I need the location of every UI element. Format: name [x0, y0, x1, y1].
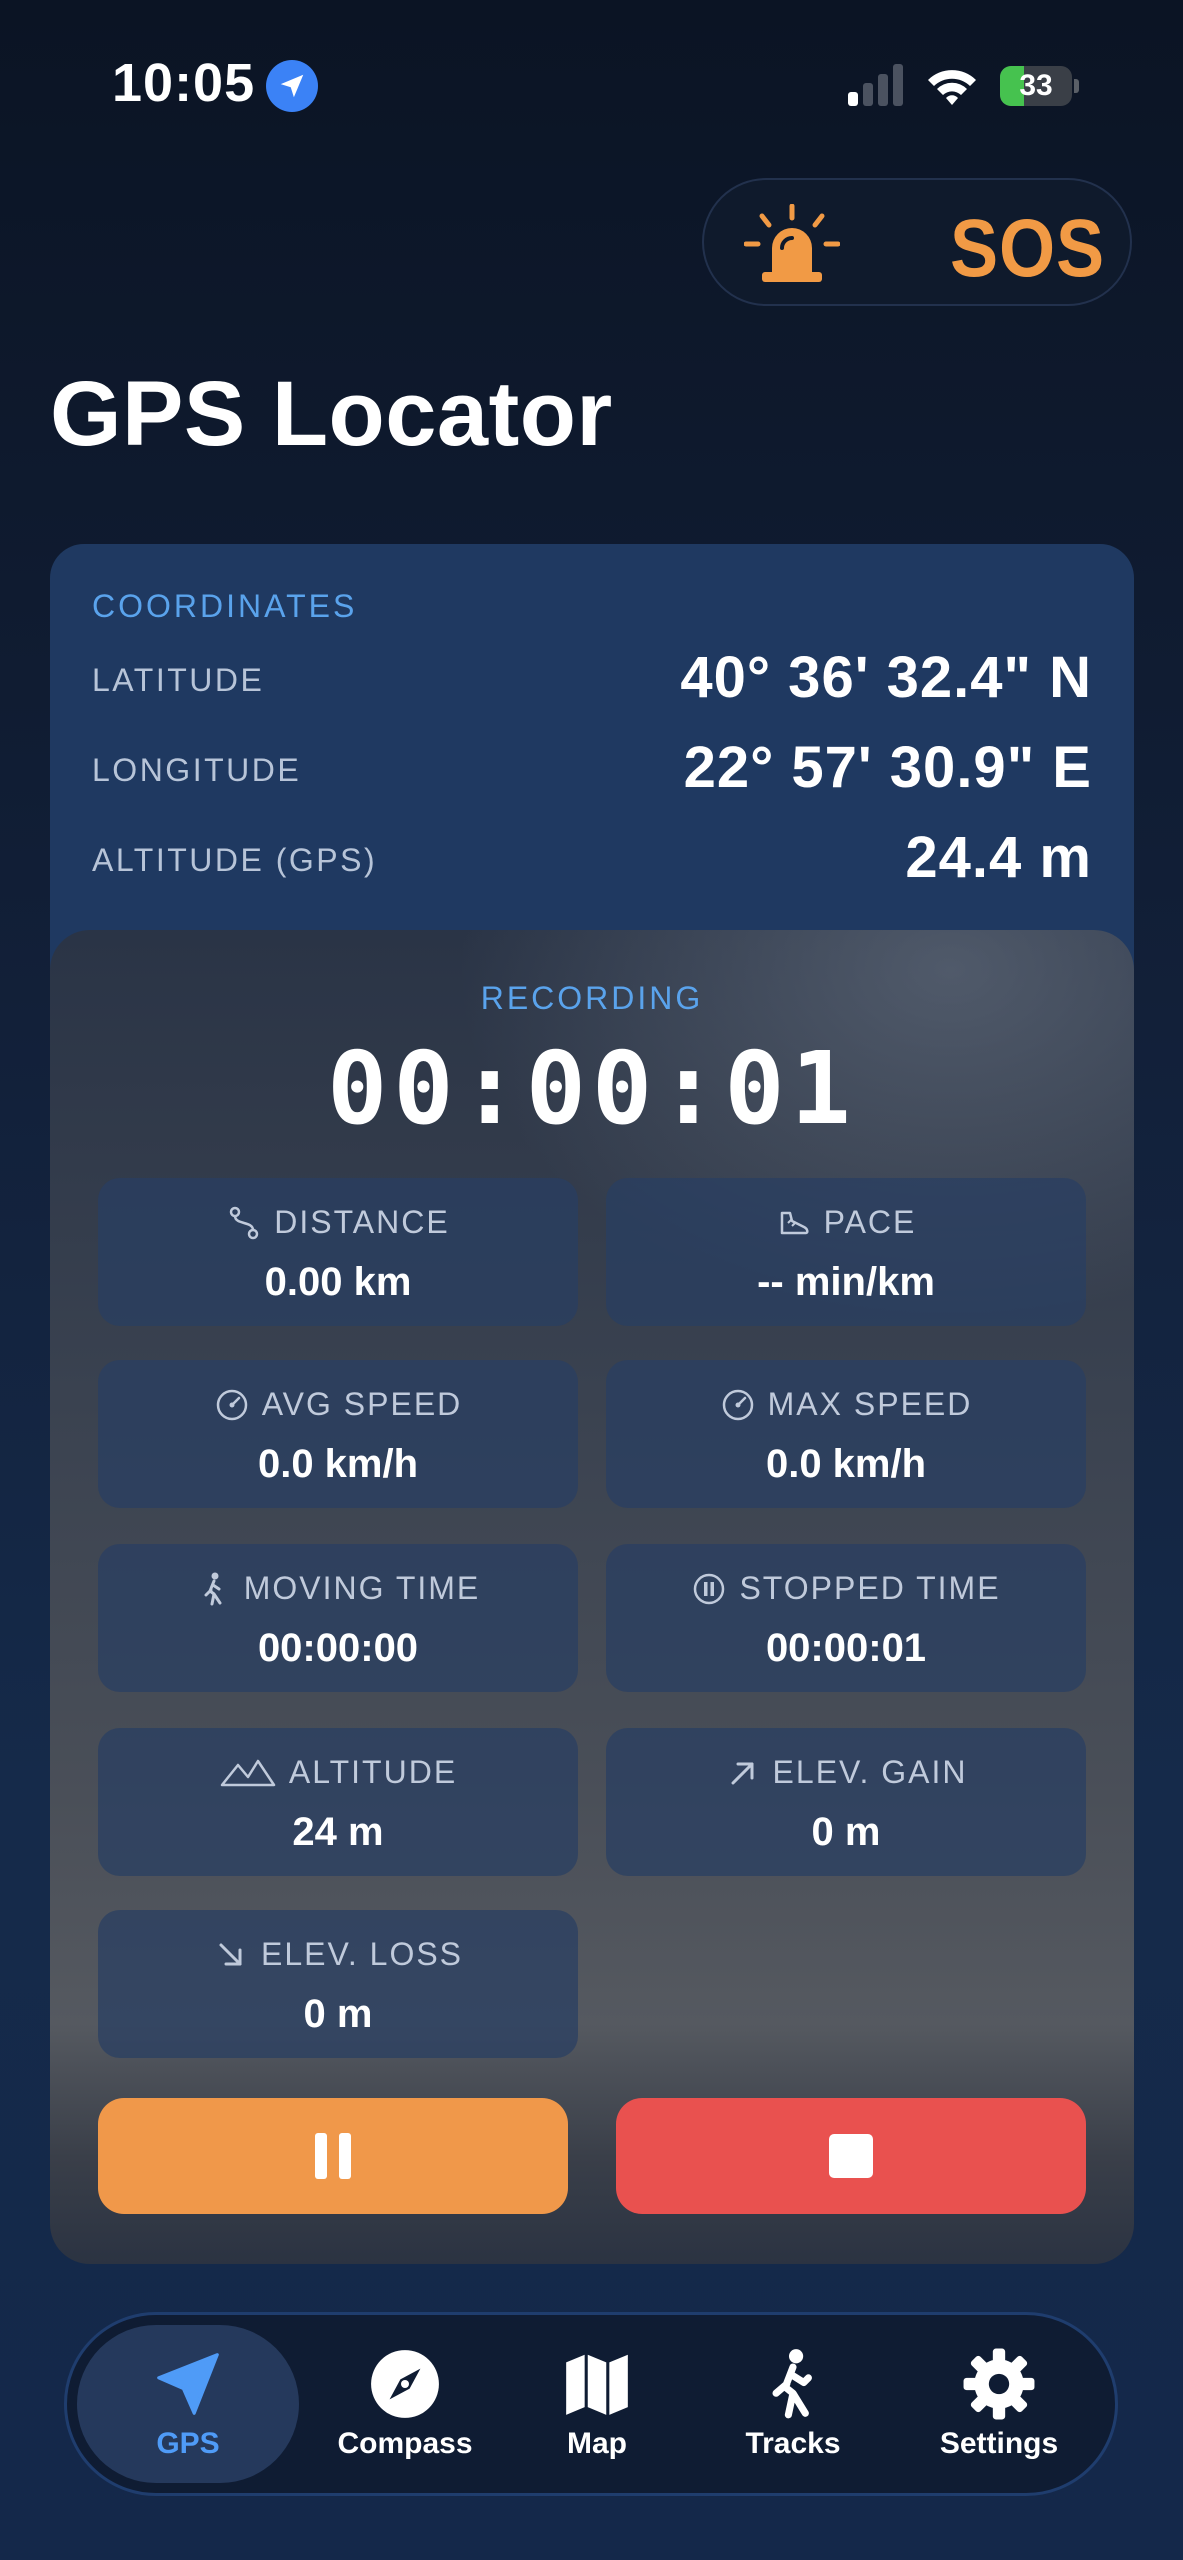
pause-circle-icon	[694, 1573, 725, 1604]
coordinates-title: COORDINATES	[92, 588, 358, 624]
latitude-value: 40° 36' 32.4" N	[680, 645, 1092, 710]
stat-value: 0.00 km	[264, 1260, 412, 1304]
stat-label: PACE	[823, 1204, 917, 1240]
route-icon	[230, 1206, 259, 1239]
tab-label: Settings	[939, 2427, 1059, 2460]
shoe-icon	[780, 1211, 809, 1234]
wifi-icon	[928, 70, 976, 105]
cellular-signal-icon	[848, 64, 903, 106]
stat-stopped-time: STOPPED TIME 00:00:01	[606, 1544, 1086, 1692]
compass-icon	[371, 2350, 439, 2418]
tab-bar: GPS Compass Map Tracks Settings	[64, 2312, 1118, 2496]
pause-button[interactable]	[98, 2098, 568, 2214]
tab-map[interactable]: Map	[507, 2325, 687, 2483]
stat-moving-time: MOVING TIME 00:00:00	[98, 1544, 578, 1692]
pause-icon	[315, 2133, 351, 2179]
stat-elevation-gain: ELEV. GAIN 0 m	[606, 1728, 1086, 1876]
walking-icon	[204, 1572, 222, 1605]
arrow-down-right-icon	[219, 1943, 242, 1965]
latitude-label: LATITUDE	[92, 662, 265, 698]
stat-label: MOVING TIME	[243, 1570, 481, 1606]
stat-value: 24 m	[292, 1810, 384, 1854]
stat-label: STOPPED TIME	[739, 1570, 1001, 1606]
battery-level: 33	[1019, 69, 1053, 102]
status-bar: 10:05 33	[0, 0, 1183, 170]
stat-value: 0.0 km/h	[257, 1442, 419, 1486]
stat-value: -- min/km	[757, 1260, 935, 1304]
recording-timer: 00:00:01	[327, 1030, 857, 1147]
stat-label: MAX SPEED	[767, 1386, 973, 1422]
altitude-gps-label: ALTITUDE (GPS)	[92, 842, 378, 878]
stat-value: 00:00:00	[257, 1626, 419, 1670]
stat-value: 0.0 km/h	[765, 1442, 927, 1486]
tab-gps[interactable]: GPS	[77, 2325, 299, 2483]
sos-button[interactable]: SOS	[702, 178, 1132, 306]
tab-settings[interactable]: Settings	[899, 2325, 1099, 2483]
status-time: 10:05	[112, 53, 256, 113]
stat-label: DISTANCE	[274, 1204, 450, 1240]
speedometer-icon	[216, 1389, 247, 1420]
stat-pace: PACE -- min/km	[606, 1178, 1086, 1326]
battery-icon: 33	[1000, 66, 1080, 106]
longitude-value: 22° 57' 30.9" E	[683, 735, 1092, 800]
stat-elevation-loss: ELEV. LOSS 0 m	[98, 1910, 578, 2058]
location-services-icon	[266, 60, 318, 112]
page-title: GPS Locator	[50, 363, 613, 465]
location-arrow-icon	[157, 2353, 219, 2415]
recording-panel: RECORDING 00:00:01 DISTANCE 0.00 km PACE…	[50, 930, 1134, 2264]
stat-value: 0 m	[303, 1992, 373, 2036]
stat-distance: DISTANCE 0.00 km	[98, 1178, 578, 1326]
alarm-light-icon	[744, 204, 840, 282]
tab-tracks[interactable]: Tracks	[703, 2325, 883, 2483]
stat-altitude: ALTITUDE 24 m	[98, 1728, 578, 1876]
tab-compass[interactable]: Compass	[315, 2325, 495, 2483]
walking-icon	[772, 2349, 812, 2419]
stat-value: 0 m	[811, 1810, 881, 1854]
stat-avg-speed: AVG SPEED 0.0 km/h	[98, 1360, 578, 1508]
speedometer-icon	[722, 1389, 753, 1420]
stat-label: AVG SPEED	[261, 1386, 463, 1422]
stop-button[interactable]	[616, 2098, 1086, 2214]
gear-icon	[963, 2348, 1035, 2420]
tab-label: Compass	[337, 2427, 473, 2460]
stop-icon	[829, 2134, 873, 2178]
sos-label: SOS	[950, 203, 1106, 294]
mountain-icon	[220, 1759, 276, 1786]
stat-label: ELEV. GAIN	[772, 1754, 968, 1790]
tab-label: Map	[567, 2427, 627, 2460]
stat-value: 00:00:01	[765, 1626, 927, 1670]
altitude-gps-value: 24.4 m	[905, 825, 1092, 890]
stat-max-speed: MAX SPEED 0.0 km/h	[606, 1360, 1086, 1508]
stat-label: ALTITUDE	[288, 1754, 458, 1790]
recording-label: RECORDING	[480, 980, 704, 1016]
tab-label: Tracks	[745, 2427, 841, 2460]
tab-label: GPS	[156, 2427, 220, 2460]
stat-label: ELEV. LOSS	[260, 1936, 464, 1972]
longitude-label: LONGITUDE	[92, 752, 302, 788]
map-icon	[566, 2354, 628, 2415]
arrow-up-right-icon	[731, 1762, 754, 1784]
